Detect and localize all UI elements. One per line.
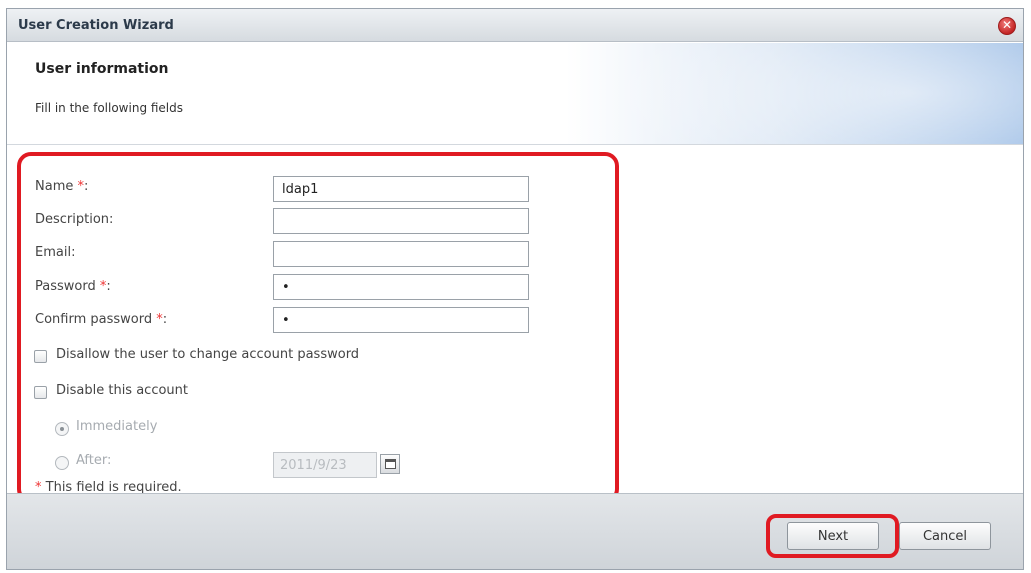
confirm-password-input[interactable] <box>273 307 529 333</box>
disable-account-label[interactable]: Disable this account <box>56 383 188 398</box>
disallow-change-label[interactable]: Disallow the user to change account pass… <box>56 347 359 362</box>
step-subtitle: Fill in the following fields <box>35 101 184 115</box>
immediately-label: Immediately <box>76 419 158 434</box>
description-input[interactable] <box>273 208 529 234</box>
password-label: Password *: <box>35 279 111 294</box>
title-bar: User Creation Wizard ✕ <box>7 9 1023 42</box>
next-button[interactable]: Next <box>787 522 879 550</box>
calendar-icon[interactable] <box>380 454 400 474</box>
confirm-password-label: Confirm password *: <box>35 312 168 327</box>
step-title: User information <box>35 61 169 77</box>
wizard-header: User information Fill in the following f… <box>7 43 1023 145</box>
immediately-radio[interactable] <box>55 422 69 436</box>
description-label: Description: <box>35 212 114 227</box>
disable-account-checkbox[interactable] <box>34 386 47 399</box>
after-radio[interactable] <box>55 456 69 470</box>
window-title: User Creation Wizard <box>18 18 174 33</box>
disallow-change-checkbox[interactable] <box>34 350 47 363</box>
after-date-input[interactable] <box>273 452 377 478</box>
name-label: Name *: <box>35 179 89 194</box>
name-input[interactable] <box>273 176 529 202</box>
user-creation-wizard-dialog: User Creation Wizard ✕ User information … <box>6 8 1024 570</box>
email-label: Email: <box>35 245 76 260</box>
wizard-footer: Next Cancel <box>7 493 1023 569</box>
cancel-button[interactable]: Cancel <box>899 522 991 550</box>
after-label: After: <box>76 453 112 468</box>
close-icon[interactable]: ✕ <box>998 17 1016 35</box>
email-input[interactable] <box>273 241 529 267</box>
password-input[interactable] <box>273 274 529 300</box>
